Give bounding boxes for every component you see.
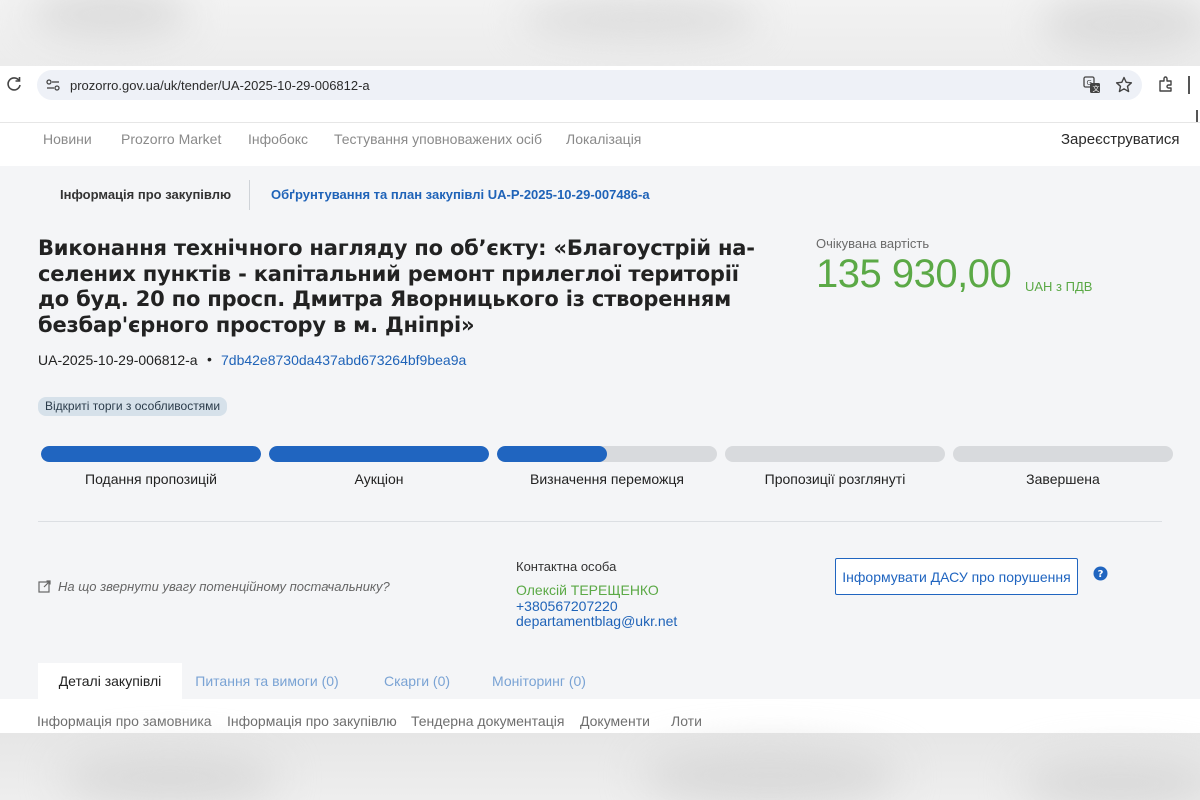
photo-background-bottom <box>0 733 1200 800</box>
tab-plan-link[interactable]: Обґрунтування та план закупівлі UA-P-202… <box>271 187 650 202</box>
tender-title-line: селених пунктів - капітальний ремонт при… <box>38 261 739 286</box>
stage-submission: Подання пропозицій <box>41 446 261 487</box>
tab-monitoring[interactable]: Моніторинг (0) <box>484 663 594 699</box>
stage-bar <box>953 446 1173 462</box>
tab-procurement-info[interactable]: Інформація про закупівлю <box>60 187 231 202</box>
tender-page: Інформація про закупівлю Обґрунтування т… <box>0 166 1200 733</box>
tender-title: Виконання технічного нагляду по об’єкту:… <box>38 236 755 338</box>
tender-hash-link[interactable]: 7db42e8730da437abd673264bf9bea9a <box>221 352 466 368</box>
help-icon[interactable]: ? <box>1093 566 1108 581</box>
extensions-icon[interactable] <box>1157 75 1175 93</box>
browser-screen: prozorro.gov.ua/uk/tender/UA-2025-10-29-… <box>0 66 1200 733</box>
section-link-documents[interactable]: Документи <box>580 713 650 729</box>
svg-text:G: G <box>1087 79 1092 87</box>
supplier-hint-link[interactable]: На що звернути увагу потенційному постач… <box>38 579 390 594</box>
stage-label: Пропозиції розглянуті <box>764 471 906 487</box>
nav-item-testing[interactable]: Тестування уповноважених осіб <box>334 131 542 147</box>
svg-text:文: 文 <box>1093 84 1100 93</box>
browser-toolbar: prozorro.gov.ua/uk/tender/UA-2025-10-29-… <box>0 66 1200 106</box>
stage-bar <box>497 446 717 462</box>
register-link[interactable]: Зареєструватися <box>1061 131 1179 148</box>
section-link-documentation[interactable]: Тендерна документація <box>411 713 564 729</box>
site-navigation: Новини Prozorro Market Інфобокс Тестуван… <box>0 122 1200 166</box>
contact-phone[interactable]: +380567207220 <box>516 598 618 614</box>
section-link-lots[interactable]: Лоти <box>671 713 702 729</box>
reload-icon[interactable] <box>4 74 24 94</box>
tab-details[interactable]: Деталі закупівлі <box>38 663 182 699</box>
tender-id: UA-2025-10-29-006812-a <box>38 352 198 368</box>
external-link-icon <box>38 580 51 593</box>
nav-item-infobox[interactable]: Інфобокс <box>248 131 308 147</box>
stage-qualification: Визначення переможця <box>497 446 717 487</box>
contact-label: Контактна особа <box>516 559 617 574</box>
nav-item-news[interactable]: Новини <box>43 131 92 147</box>
url-text[interactable]: prozorro.gov.ua/uk/tender/UA-2025-10-29-… <box>70 78 370 93</box>
section-links: Інформація про замовника Інформація про … <box>0 699 1200 733</box>
report-dasu-button[interactable]: Інформувати ДАСУ про порушення <box>835 558 1078 595</box>
tab-complaints[interactable]: Скарги (0) <box>376 663 458 699</box>
tab-divider <box>249 180 250 210</box>
stage-label: Визначення переможця <box>530 471 684 487</box>
contact-name: Олексій ТЕРЕЩЕНКО <box>516 582 659 598</box>
translate-icon[interactable]: G 文 <box>1083 76 1101 94</box>
nav-item-market[interactable]: Prozorro Market <box>121 131 221 147</box>
section-divider <box>38 521 1162 522</box>
stage-auction: Аукціон <box>269 446 489 487</box>
address-bar[interactable]: prozorro.gov.ua/uk/tender/UA-2025-10-29-… <box>37 70 1142 100</box>
stage-label: Аукціон <box>354 471 404 487</box>
procedure-badge: Відкриті торги з особливостями <box>38 397 228 416</box>
tender-title-line: безбар'єрного простору в м. Дніпрі» <box>38 312 475 337</box>
tender-title-line: Виконання технічного нагляду по об’єкту:… <box>38 236 755 260</box>
stage-fill <box>269 446 489 462</box>
id-separator: • <box>207 351 212 367</box>
stage-bar <box>269 446 489 462</box>
toolbar-edge-lower <box>1196 110 1198 122</box>
svg-text:?: ? <box>1098 569 1104 580</box>
stage-completed: Завершена <box>953 446 1173 487</box>
nav-item-localization[interactable]: Локалізація <box>566 131 641 147</box>
stage-bar <box>41 446 261 462</box>
photo-background-top <box>0 0 1200 66</box>
stage-label: Подання пропозицій <box>85 471 217 487</box>
supplier-hint-text: На що звернути увагу потенційному постач… <box>58 579 390 594</box>
stage-label: Завершена <box>1026 471 1100 487</box>
toolbar-edge <box>1188 76 1190 94</box>
contact-email[interactable]: departamentblag@ukr.net <box>516 613 677 629</box>
tender-title-line: до буд. 20 по просп. Дмитра Яворницького… <box>38 287 732 311</box>
expected-value-amount: 135 930,00 <box>816 252 1012 296</box>
stage-fill <box>497 446 607 462</box>
stage-fill <box>41 446 261 462</box>
section-link-customer[interactable]: Інформація про замовника <box>37 713 212 729</box>
tab-questions[interactable]: Питання та вимоги (0) <box>190 663 344 699</box>
stage-bar <box>725 446 945 462</box>
star-icon[interactable] <box>1114 75 1134 95</box>
section-link-procurement[interactable]: Інформація про закупівлю <box>227 713 397 729</box>
site-info-icon[interactable] <box>45 77 61 93</box>
expected-value-label: Очікувана вартість <box>816 236 930 251</box>
stage-reviewed: Пропозиції розглянуті <box>725 446 945 487</box>
expected-value-currency: UAH з ПДВ <box>1025 279 1093 294</box>
